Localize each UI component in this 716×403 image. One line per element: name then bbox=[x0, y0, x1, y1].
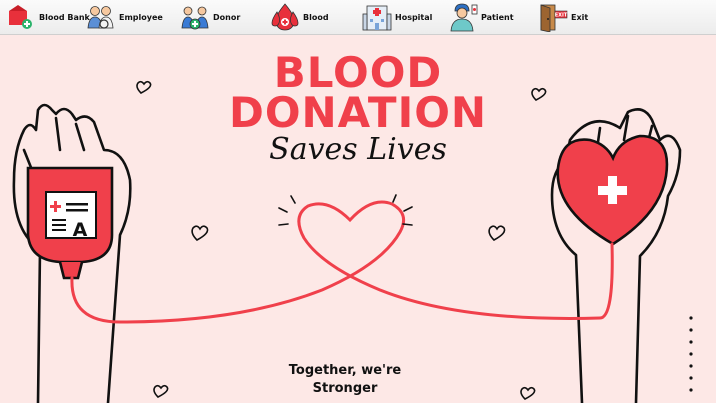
menu-item-label: Hospital bbox=[395, 12, 433, 22]
menu-item-hospital[interactable]: Hospital bbox=[362, 0, 432, 34]
hospital-icon bbox=[362, 5, 392, 31]
menu-item-employee[interactable]: Employee bbox=[86, 0, 163, 34]
tagline-line1: Together, we're bbox=[288, 363, 402, 378]
blood-type-label: A bbox=[73, 219, 88, 241]
menu-item-exit[interactable]: EXIT Exit bbox=[538, 0, 588, 34]
blood-bank-icon bbox=[9, 5, 32, 29]
menu-item-blood[interactable]: Blood bbox=[270, 0, 329, 34]
exit-door-icon: EXIT bbox=[540, 4, 568, 32]
blood-line-heart-loop bbox=[70, 200, 614, 324]
tagline-line2: Stronger bbox=[312, 381, 378, 396]
menu-bar: Blood Bank Employee Donor Blood Hospital… bbox=[0, 0, 716, 35]
menu-item-label: Exit bbox=[571, 12, 589, 22]
menu-item-label: Blood Bank bbox=[39, 12, 90, 22]
patient-icon bbox=[450, 3, 478, 32]
menu-item-blood-bank[interactable]: Blood Bank bbox=[6, 0, 90, 34]
donor-icon bbox=[181, 6, 209, 30]
menu-item-label: Donor bbox=[213, 12, 241, 22]
menu-item-label: Patient bbox=[481, 12, 514, 22]
dotted-line bbox=[689, 316, 693, 392]
blood-drop-icon bbox=[271, 3, 299, 31]
menu-item-donor[interactable]: Donor bbox=[180, 0, 240, 34]
menu-item-label: Employee bbox=[119, 12, 163, 22]
menu-item-label: Blood bbox=[303, 12, 329, 22]
hero-title-line2: DONATION bbox=[228, 88, 488, 137]
menu-item-patient[interactable]: Patient bbox=[448, 0, 514, 34]
hero-tagline: Together, we're Stronger bbox=[250, 362, 440, 398]
employee-icon bbox=[87, 6, 114, 29]
svg-text:EXIT: EXIT bbox=[555, 13, 568, 19]
hero-subtitle: Saves Lives bbox=[269, 132, 447, 167]
